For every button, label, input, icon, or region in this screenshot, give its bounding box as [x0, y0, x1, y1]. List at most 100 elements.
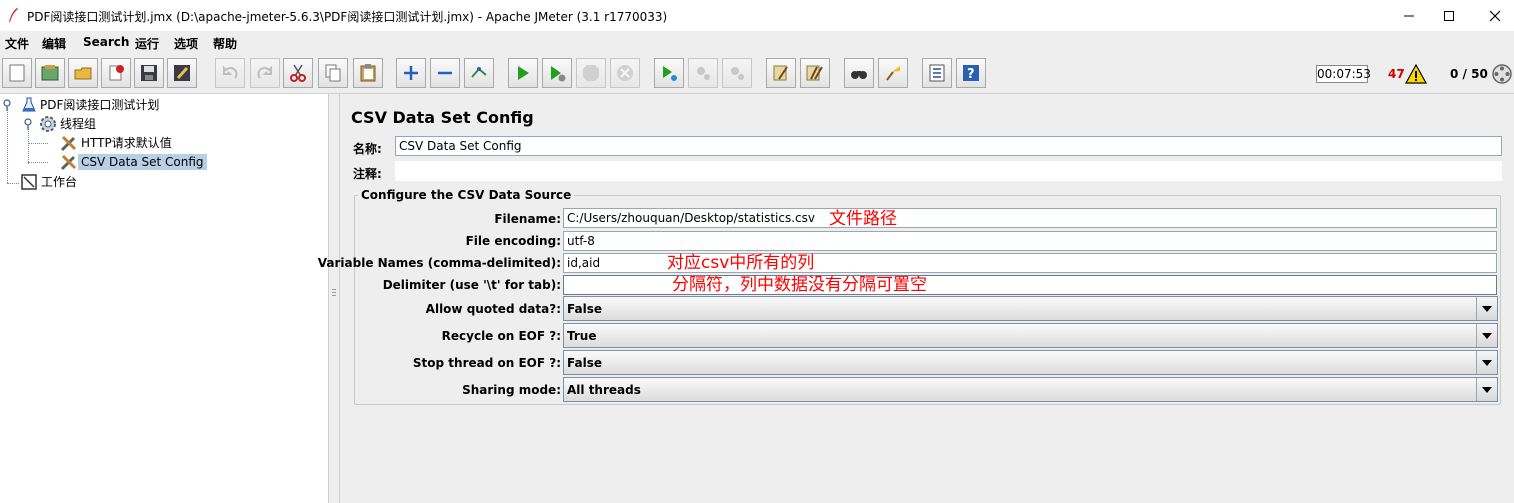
- start-no-pauses-button[interactable]: [542, 58, 572, 88]
- help-button[interactable]: ?: [956, 58, 986, 88]
- remote-status-icon: [1492, 64, 1512, 84]
- dropdown-arrow[interactable]: [1476, 297, 1497, 320]
- splitter-grip: [332, 289, 336, 290]
- collapse-icon: [438, 71, 452, 75]
- cut-button[interactable]: [283, 58, 313, 88]
- allow-quoted-select[interactable]: False: [563, 296, 1498, 321]
- shutdown-icon: [617, 65, 633, 81]
- help-icon: ?: [963, 65, 979, 82]
- dropdown-arrow[interactable]: [1476, 378, 1497, 401]
- comment-input[interactable]: [395, 161, 1502, 181]
- open-button[interactable]: [68, 58, 98, 88]
- comment-label: 注释:: [353, 167, 382, 181]
- expand-icon: [404, 66, 418, 80]
- new-button[interactable]: [2, 58, 32, 88]
- dropdown-arrow[interactable]: [1476, 324, 1497, 347]
- function-helper-button[interactable]: [922, 58, 952, 88]
- start-icon: [518, 66, 529, 80]
- warning-icon[interactable]: [1405, 64, 1427, 84]
- filename-input[interactable]: [563, 208, 1497, 228]
- toolbar: ? 00:07:53 47 0 / 50: [0, 55, 1514, 94]
- expand-toggle-icon[interactable]: [24, 118, 36, 130]
- error-count: 47: [1388, 67, 1405, 81]
- templates-button[interactable]: [35, 58, 65, 88]
- search-icon: [851, 71, 867, 79]
- shutdown-button[interactable]: [610, 58, 640, 88]
- close-window-button[interactable]: [1472, 0, 1514, 31]
- remote-stop-icon: [697, 67, 710, 80]
- chevron-down-icon: [1482, 305, 1492, 312]
- redo-button[interactable]: [250, 58, 280, 88]
- reset-search-icon: [886, 66, 900, 81]
- copy-button[interactable]: [318, 58, 348, 88]
- comment-row: 注释:: [349, 160, 1504, 184]
- undo-button[interactable]: [215, 58, 245, 88]
- tree-node-test-plan[interactable]: PDF阅读接口测试计划: [3, 96, 162, 114]
- tree-node-http-defaults[interactable]: HTTP请求默认值: [60, 134, 175, 152]
- tree-node-workbench[interactable]: 工作台: [20, 173, 80, 191]
- elapsed-timer: 00:07:53: [1316, 65, 1371, 83]
- menu-help[interactable]: 帮助: [213, 35, 237, 52]
- sharing-mode-select[interactable]: All threads: [563, 377, 1498, 402]
- tree-connector: [7, 183, 19, 184]
- undo-icon: [223, 65, 238, 79]
- splitter-grip: [332, 295, 336, 296]
- collapse-all-button[interactable]: [430, 58, 460, 88]
- splitter-grip: [332, 292, 336, 293]
- filename-annotation: 文件路径: [829, 209, 897, 229]
- expand-toggle-icon[interactable]: [3, 99, 15, 111]
- clear-all-button[interactable]: [800, 58, 830, 88]
- tree-node-thread-group[interactable]: 线程组: [24, 115, 99, 133]
- menu-edit[interactable]: 编辑: [42, 35, 66, 52]
- tree-label: PDF阅读接口测试计划: [40, 98, 160, 112]
- reset-search-button[interactable]: [878, 58, 908, 88]
- menu-run[interactable]: 运行: [135, 35, 159, 52]
- menu-file[interactable]: 文件: [5, 35, 29, 52]
- remote-stop-all-button[interactable]: [688, 58, 718, 88]
- expand-all-button[interactable]: [396, 58, 426, 88]
- paste-button[interactable]: [353, 58, 383, 88]
- menu-options[interactable]: 选项: [174, 35, 198, 52]
- save-as-button[interactable]: [167, 58, 197, 88]
- remote-shutdown-all-button[interactable]: [722, 58, 752, 88]
- search-button[interactable]: [844, 58, 874, 88]
- section-title: Configure the CSV Data Source: [358, 188, 575, 202]
- selected-value: True: [567, 328, 597, 343]
- clear-button[interactable]: [766, 58, 796, 88]
- function-helper-icon: [929, 64, 945, 82]
- tree-connector: [28, 162, 48, 163]
- toggle-button[interactable]: [464, 58, 494, 88]
- minimize-icon: [1404, 15, 1414, 16]
- new-icon: [9, 64, 25, 82]
- name-input[interactable]: [395, 136, 1502, 156]
- close-icon: [1489, 10, 1501, 21]
- split-pane-divider[interactable]: [328, 94, 340, 503]
- redo-icon: [257, 65, 272, 79]
- recycle-label: Recycle on EOF ?:: [441, 329, 561, 343]
- svg-text:?: ?: [967, 67, 975, 82]
- start-button[interactable]: [508, 58, 538, 88]
- remote-start-all-button[interactable]: [654, 58, 684, 88]
- maximize-button[interactable]: [1426, 0, 1472, 31]
- tree-connector: [7, 108, 8, 183]
- start-no-pause-icon: [551, 66, 566, 82]
- maximize-icon: [1444, 10, 1454, 21]
- tree-label: CSV Data Set Config: [78, 154, 207, 170]
- workbench-icon: [21, 174, 37, 190]
- close-file-button[interactable]: [101, 58, 131, 88]
- menu-search[interactable]: Search: [83, 35, 129, 49]
- recycle-select[interactable]: True: [563, 323, 1498, 348]
- delimiter-annotation: 分隔符，列中数据没有分隔可置空: [672, 275, 927, 295]
- save-button[interactable]: [134, 58, 164, 88]
- selected-value: False: [567, 355, 602, 370]
- stop-icon: [583, 65, 599, 81]
- test-plan-tree: PDF阅读接口测试计划 线程组 HTTP请求默认值 CSV Data Set C…: [0, 94, 328, 503]
- dropdown-arrow[interactable]: [1476, 351, 1497, 374]
- stop-thread-select[interactable]: False: [563, 350, 1498, 375]
- remote-shutdown-icon: [731, 67, 744, 80]
- tree-node-csv-config[interactable]: CSV Data Set Config: [60, 153, 207, 171]
- stop-button[interactable]: [576, 58, 606, 88]
- wrench-icon: [60, 135, 77, 152]
- title-bar: PDF阅读接口测试计划.jmx (D:\apache-jmeter-5.6.3\…: [0, 0, 1514, 31]
- save-as-icon: [174, 65, 190, 81]
